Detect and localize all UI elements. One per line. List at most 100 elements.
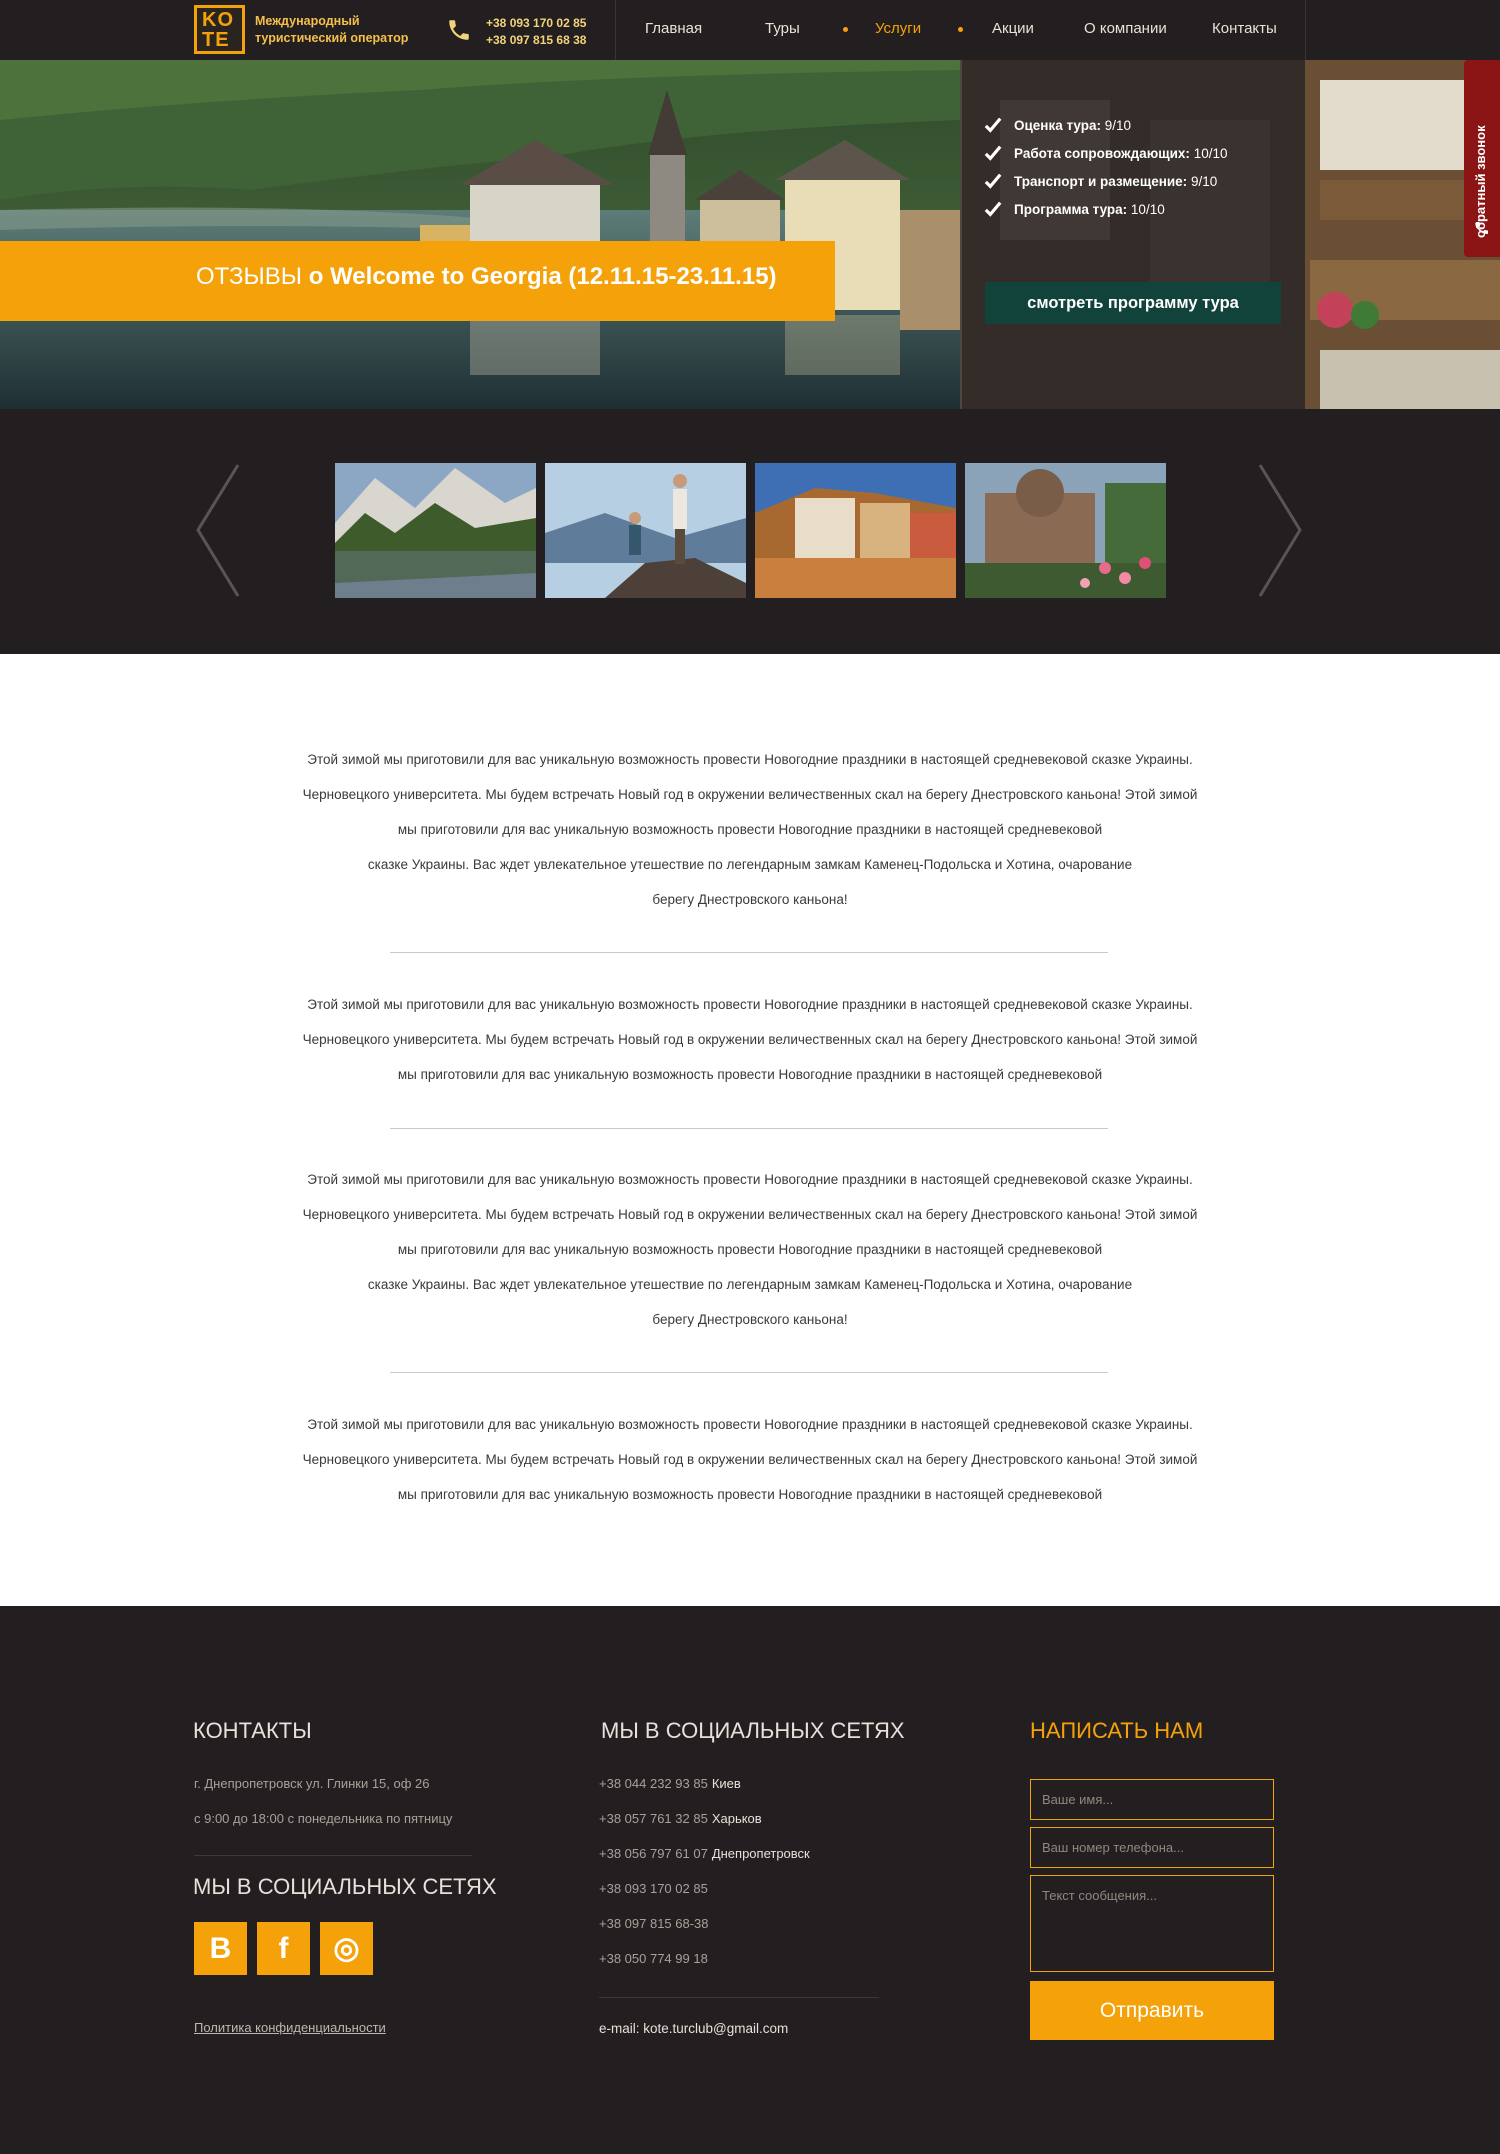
- title-prefix: ОТЗЫВЫ: [196, 263, 303, 290]
- checkmark-icon: [984, 145, 1002, 161]
- nav-dot: [843, 27, 848, 32]
- message-field[interactable]: [1030, 1875, 1274, 1972]
- footer-divider: [194, 1855, 472, 1856]
- page-title-bar: ОТЗЫВЫ о Welcome to Georgia (12.11.15-23…: [0, 241, 835, 321]
- write-us-heading: НАПИСАТЬ НАМ: [1030, 1718, 1204, 1743]
- phone-row: +38 044 232 93 85 Киев: [599, 1776, 741, 1791]
- divider: [390, 1372, 1108, 1373]
- rating-label: Программа тура:: [1014, 202, 1128, 217]
- email-link[interactable]: e-mail: kote.turclub@gmail.com: [599, 2021, 788, 2036]
- checkmark-icon: [984, 201, 1002, 217]
- phone-number[interactable]: +38 093 170 02 85: [599, 1881, 708, 1896]
- nav-item-contacts[interactable]: Контакты: [1212, 20, 1277, 37]
- social-heading-left: МЫ В СОЦИАЛЬНЫХ СЕТЯХ: [193, 1874, 497, 1899]
- rating-item-transport: Транспорт и размещение: 9/10: [984, 173, 1227, 202]
- header-phone-2[interactable]: +38 097 815 68 38: [486, 32, 586, 49]
- checkmark-icon: [984, 173, 1002, 189]
- phone-icon: [449, 20, 469, 40]
- chevron-right-icon[interactable]: [1255, 463, 1305, 598]
- main-nav: Главная Туры Услуги Акции О компании Кон…: [615, 0, 1306, 60]
- logo-text-top: KO: [202, 9, 234, 31]
- nav-item-home[interactable]: Главная: [645, 20, 702, 37]
- page-title: ОТЗЫВЫ о Welcome to Georgia (12.11.15-23…: [196, 263, 777, 291]
- review-paragraph: Этой зимой мы приготовили для вас уникал…: [230, 1162, 1270, 1337]
- text-line: мы приготовили для вас уникальную возмож…: [397, 1487, 1103, 1502]
- logo[interactable]: KO TE: [194, 5, 245, 54]
- checkmark-icon: [984, 117, 1002, 133]
- phone-number[interactable]: +38 057 761 32 85: [599, 1811, 708, 1826]
- vk-button[interactable]: B: [194, 1922, 247, 1975]
- phone-number[interactable]: +38 056 797 61 07: [599, 1846, 708, 1861]
- rating-list: Оценка тура: 9/10 Работа сопровождающих:…: [984, 117, 1228, 230]
- text-line: Этой зимой мы приготовили для вас уникал…: [307, 1417, 1193, 1432]
- divider: [390, 1128, 1108, 1129]
- phone-city: Днепропетровск: [711, 1846, 810, 1861]
- site-header: KO TE Международный туристический операт…: [0, 0, 1500, 60]
- text-line: берегу Днестровского каньона!: [652, 1312, 848, 1327]
- facebook-button[interactable]: f: [257, 1922, 310, 1975]
- callback-tab[interactable]: обратный звонок: [1464, 60, 1500, 257]
- divider: [390, 952, 1108, 953]
- text-line: Черновецкого университета. Мы будем встр…: [302, 1452, 1198, 1467]
- company-tagline: Международный туристический оператор: [255, 13, 425, 47]
- tour-dates: (12.11.15-23.11.15): [568, 263, 777, 290]
- phone-field[interactable]: [1030, 1827, 1274, 1868]
- phone-row: +38 050 774 99 18: [599, 1951, 712, 1966]
- text-line: мы приготовили для вас уникальную возмож…: [397, 822, 1103, 837]
- contacts-heading: КОНТАКТЫ: [193, 1718, 312, 1743]
- nav-item-services[interactable]: Услуги: [875, 20, 921, 37]
- gallery-thumb-mountain-lake[interactable]: [335, 463, 536, 598]
- text-line: Черновецкого университета. Мы будем встр…: [302, 787, 1198, 802]
- text-line: Черновецкого университета. Мы будем встр…: [302, 1032, 1198, 1047]
- gallery-thumb-hikers[interactable]: [545, 463, 746, 598]
- rating-label: Оценка тура:: [1014, 118, 1102, 133]
- facebook-icon: f: [278, 1932, 289, 1965]
- rating-value: 9/10: [1190, 174, 1218, 189]
- view-program-button[interactable]: смотреть программу тура: [985, 282, 1281, 324]
- rating-value: 10/10: [1130, 202, 1165, 217]
- phone-row: +38 057 761 32 85 Харьков: [599, 1811, 762, 1826]
- nav-separator: [615, 0, 616, 60]
- phone-city: Киев: [711, 1776, 741, 1791]
- phone-number[interactable]: +38 097 815 68-38: [599, 1916, 709, 1931]
- text-line: Этой зимой мы приготовили для вас уникал…: [307, 1172, 1193, 1187]
- rating-value: 10/10: [1193, 146, 1228, 161]
- instagram-button[interactable]: ◎: [320, 1922, 373, 1975]
- nav-item-about[interactable]: О компании: [1084, 20, 1167, 37]
- rating-value: 9/10: [1104, 118, 1132, 133]
- name-field[interactable]: [1030, 1779, 1274, 1820]
- nav-item-tours[interactable]: Туры: [765, 20, 800, 37]
- text-line: сказке Украины. Вас ждет увлекательное у…: [367, 857, 1133, 872]
- social-heading-mid: МЫ В СОЦИАЛЬНЫХ СЕТЯХ: [601, 1718, 905, 1743]
- instagram-icon: ◎: [333, 1932, 360, 1965]
- text-line: сказке Украины. Вас ждет увлекательное у…: [367, 1277, 1133, 1292]
- text-line: берегу Днестровского каньона!: [652, 892, 848, 907]
- title-preposition: о: [308, 263, 324, 290]
- chevron-left-icon[interactable]: [193, 463, 243, 598]
- privacy-policy-link[interactable]: Политика конфиденциальности: [194, 2020, 386, 2035]
- review-paragraph: Этой зимой мы приготовили для вас уникал…: [230, 987, 1270, 1092]
- rating-label: Работа сопровождающих:: [1014, 146, 1190, 161]
- text-line: Этой зимой мы приготовили для вас уникал…: [307, 997, 1193, 1012]
- header-phone-1[interactable]: +38 093 170 02 85: [486, 15, 586, 32]
- submit-button[interactable]: Отправить: [1030, 1981, 1274, 2040]
- rating-item-guides: Работа сопровождающих: 10/10: [984, 145, 1228, 174]
- rating-item-tour: Оценка тура: 9/10: [984, 117, 1227, 146]
- tagline-line-2: туристический оператор: [255, 31, 409, 45]
- nav-item-promotions[interactable]: Акции: [992, 20, 1034, 37]
- review-paragraph: Этой зимой мы приготовили для вас уникал…: [230, 742, 1270, 917]
- text-line: мы приготовили для вас уникальную возмож…: [397, 1242, 1103, 1257]
- nav-dot: [958, 27, 963, 32]
- phone-number[interactable]: +38 050 774 99 18: [599, 1951, 708, 1966]
- text-line: Черновецкого университета. Мы будем встр…: [302, 1207, 1198, 1222]
- gallery-thumb-old-town[interactable]: [755, 463, 956, 598]
- tour-name: Welcome to Georgia: [330, 263, 562, 290]
- gallery-thumb-monastery[interactable]: [965, 463, 1166, 598]
- rating-item-program: Программа тура: 10/10: [984, 201, 1227, 230]
- tagline-line-1: Международный: [255, 14, 360, 28]
- phone-number[interactable]: +38 044 232 93 85: [599, 1776, 708, 1791]
- phone-icon: [1476, 222, 1488, 234]
- hero-banner: ОТЗЫВЫ о Welcome to Georgia (12.11.15-23…: [0, 60, 1500, 409]
- site-footer: КОНТАКТЫ г. Днепропетровск ул. Глинки 15…: [0, 1606, 1500, 2154]
- reviews-content: Этой зимой мы приготовили для вас уникал…: [0, 654, 1500, 1606]
